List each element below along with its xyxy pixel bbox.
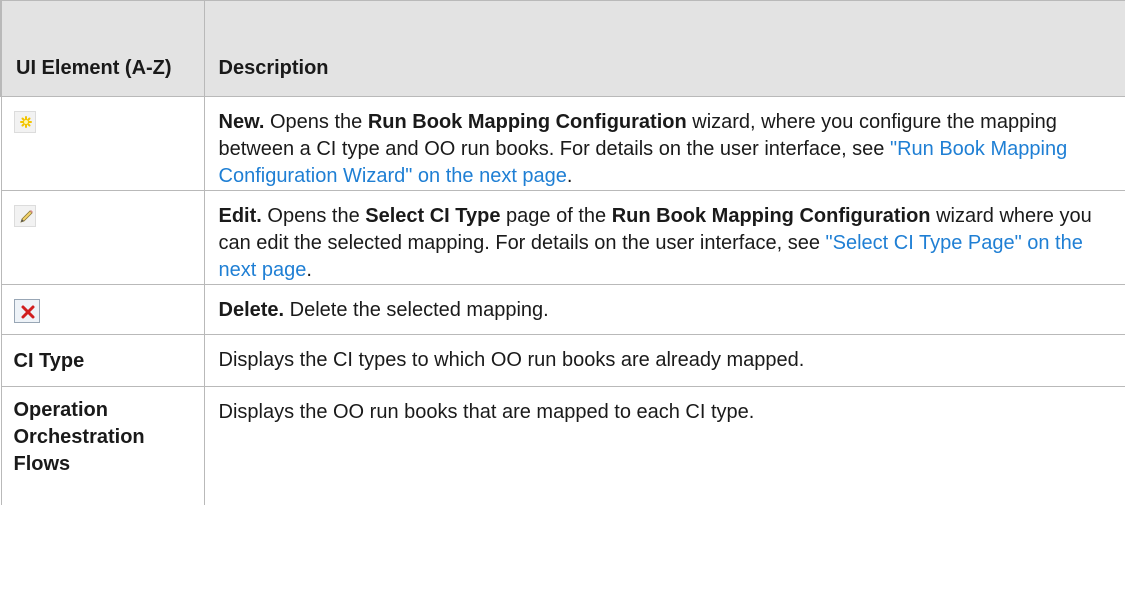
- desc-text: Delete the selected mapping.: [284, 299, 549, 321]
- wizard-name: Run Book Mapping Configuration: [611, 205, 931, 227]
- description-cell: Displays the CI types to which OO run bo…: [203, 334, 1125, 387]
- new-label: New.: [218, 111, 265, 133]
- element-oo-flows: Operation Orchestration Flows: [0, 386, 205, 505]
- description-cell: Edit. Opens the Select CI Type page of t…: [203, 190, 1125, 285]
- element-cell: [0, 284, 205, 335]
- desc-text: Opens the: [261, 205, 366, 227]
- desc-text: .: [566, 165, 573, 187]
- header-description: Description: [203, 0, 1125, 97]
- description-cell: Delete. Delete the selected mapping.: [203, 284, 1125, 335]
- delete-label: Delete.: [218, 299, 285, 321]
- desc-text: Opens the: [264, 111, 368, 133]
- desc-text: page of the: [500, 205, 612, 227]
- table-row: New. Opens the Run Book Mapping Configur…: [0, 96, 1125, 191]
- element-cell: [0, 96, 205, 191]
- element-cell: [0, 190, 205, 285]
- element-ci-type: CI Type: [0, 334, 205, 387]
- edit-icon: [13, 205, 36, 227]
- header-ui-element: UI Element (A-Z): [0, 0, 205, 97]
- desc-text: .: [306, 259, 312, 281]
- new-icon: [13, 111, 36, 133]
- table-row: Delete. Delete the selected mapping.: [0, 284, 1125, 335]
- ui-elements-table: UI Element (A-Z) Description New. Opens …: [0, 0, 1125, 505]
- wizard-name: Run Book Mapping Configuration: [367, 111, 687, 133]
- table-row: Operation Orchestration Flows Displays t…: [0, 386, 1125, 505]
- table-row: CI Type Displays the CI types to which O…: [0, 334, 1125, 387]
- delete-icon: [13, 299, 40, 323]
- table-row: Edit. Opens the Select CI Type page of t…: [0, 190, 1125, 285]
- description-cell: Displays the OO run books that are mappe…: [203, 386, 1125, 505]
- edit-label: Edit.: [218, 205, 262, 227]
- table-header-row: UI Element (A-Z) Description: [0, 0, 1125, 97]
- page-name: Select CI Type: [365, 205, 501, 227]
- description-cell: New. Opens the Run Book Mapping Configur…: [203, 96, 1125, 191]
